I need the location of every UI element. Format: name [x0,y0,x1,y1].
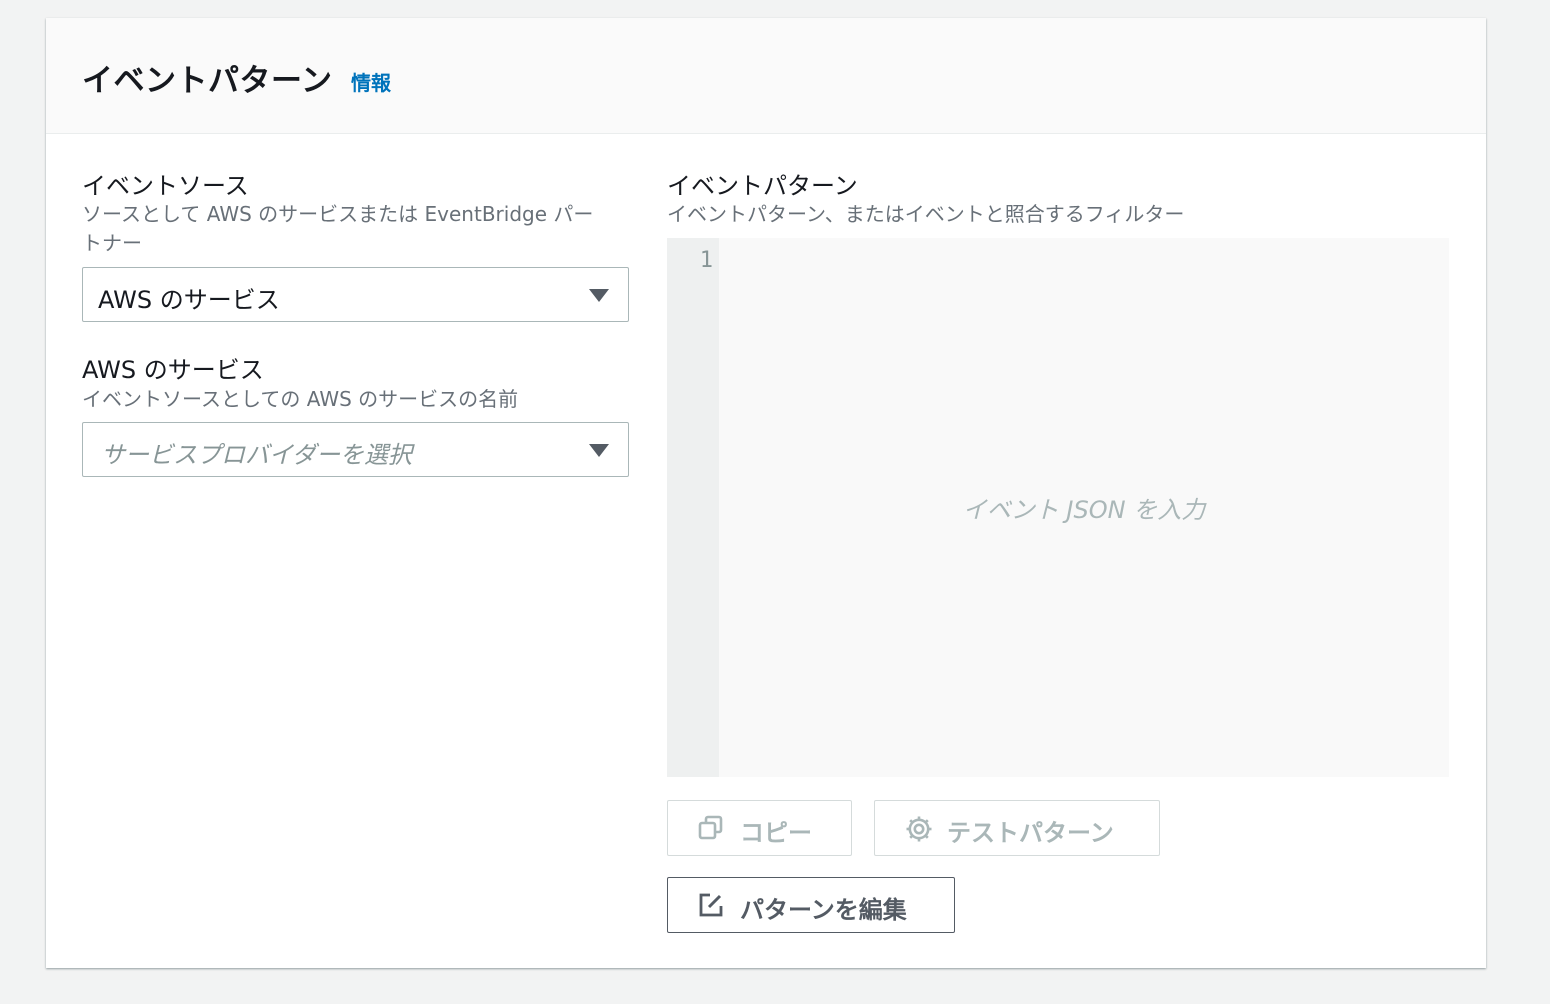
event-source-description: ソースとして AWS のサービスまたは EventBridge パー トナー [82,200,632,258]
event-source-label: イベントソース [82,172,249,200]
aws-service-placeholder: サービスプロバイダーを選択 [101,441,413,469]
event-pattern-label: イベントパターン [667,172,858,200]
edit-pattern-button-label: パターンを編集 [740,896,907,924]
caret-down-icon [589,289,609,302]
test-pattern-button-label: テストパターン [947,819,1114,847]
info-link[interactable]: 情報 [351,67,391,96]
caret-down-icon [589,444,609,457]
editor-placeholder: イベント JSON を入力 [962,496,1206,524]
panel-header: イベントパターン 情報 [46,18,1486,134]
edit-icon [698,892,724,924]
event-pattern-panel: イベントパターン 情報 イベントソース ソースとして AWS のサービスまたは … [46,18,1486,968]
event-source-select[interactable]: AWS のサービス [82,267,629,322]
event-pattern-description: イベントパターン、またはイベントと照合するフィルター [667,202,1185,226]
event-source-description-line1: ソースとして AWS のサービスまたは EventBridge パー [82,202,594,226]
edit-pattern-button[interactable]: パターンを編集 [667,877,955,933]
copy-icon [698,815,724,847]
copy-button[interactable]: コピー [667,800,852,856]
line-number: 1 [699,248,713,273]
editor-gutter: 1 [667,238,719,777]
event-pattern-editor[interactable]: 1 イベント JSON を入力 [667,238,1449,777]
gear-icon [905,815,933,849]
copy-button-label: コピー [740,819,812,847]
aws-service-description: イベントソースとしての AWS のサービスの名前 [82,387,519,411]
aws-service-select[interactable]: サービスプロバイダーを選択 [82,422,629,477]
event-source-description-line2: トナー [82,231,142,255]
test-pattern-button[interactable]: テストパターン [874,800,1160,856]
aws-service-label: AWS のサービス [82,356,264,384]
panel-title: イベントパターン [82,63,333,99]
event-source-selected-value: AWS のサービス [98,286,280,314]
